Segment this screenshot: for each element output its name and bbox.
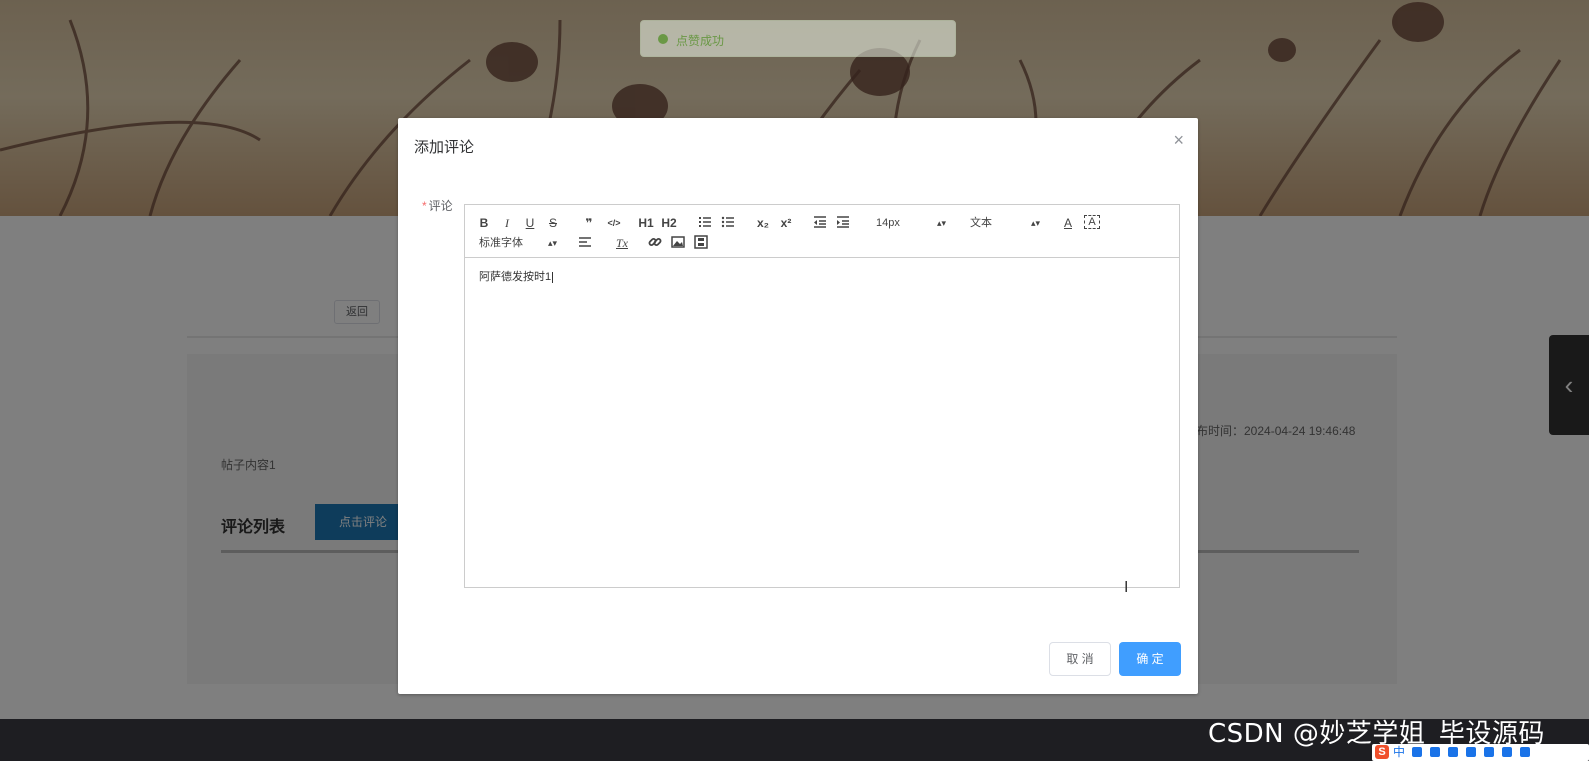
strike-button[interactable]: S <box>546 215 560 231</box>
rich-text-editor[interactable]: B I U S ❞ </> H1 H2 x₂ x² 14px ▴▾ 文本 ▴▾ … <box>464 204 1180 588</box>
confirm-button[interactable]: 确 定 <box>1119 642 1181 676</box>
ime-logo-icon: S <box>1375 745 1389 759</box>
header-1-button[interactable]: H1 <box>637 215 655 231</box>
ime-language-indicator[interactable]: 中 <box>1393 745 1405 759</box>
blockquote-button[interactable]: ❞ <box>581 215 597 231</box>
bold-button[interactable]: B <box>477 215 491 231</box>
editor-toolbar: B I U S ❞ </> H1 H2 x₂ x² 14px ▴▾ 文本 ▴▾ … <box>465 205 1179 258</box>
close-icon[interactable]: × <box>1173 130 1184 151</box>
font-size-select[interactable]: 14px ▴▾ <box>876 215 946 231</box>
settings-icon[interactable] <box>1520 747 1530 757</box>
bullet-list-icon[interactable] <box>721 215 735 231</box>
success-icon <box>658 34 668 44</box>
font-color-button[interactable]: A <box>1061 215 1075 231</box>
page: 返回 布时间：2024-04-24 19:46:48 帖子内容1 评论列表 点击… <box>0 0 1589 761</box>
image-icon[interactable] <box>671 235 685 251</box>
superscript-button[interactable]: x² <box>778 215 794 231</box>
dialog-title: 添加评论 <box>414 139 475 156</box>
select-caret-icon: ▴▾ <box>547 238 557 248</box>
clean-format-button[interactable]: Tx <box>614 235 630 251</box>
punctuation-icon[interactable] <box>1412 747 1422 757</box>
ordered-list-icon[interactable] <box>698 215 712 231</box>
italic-button[interactable]: I <box>500 215 514 231</box>
comment-field-label: * 评论 <box>422 197 453 214</box>
header-value: 文本 <box>970 217 992 229</box>
indent-icon[interactable] <box>836 215 850 231</box>
cancel-button[interactable]: 取 消 <box>1049 642 1111 676</box>
microphone-icon[interactable] <box>1430 747 1440 757</box>
required-mark: * <box>422 199 427 213</box>
field-label-text: 评论 <box>428 199 453 213</box>
ime-toolbar[interactable]: S 中 <box>1372 744 1589 761</box>
toast-text: 点赞成功 <box>676 34 725 48</box>
game-icon[interactable] <box>1484 747 1494 757</box>
add-comment-dialog: 添加评论 × * 评论 B I U S ❞ </> H1 H2 x₂ x² 14… <box>398 118 1198 694</box>
font-family-select[interactable]: 标准字体 ▴▾ <box>479 235 557 251</box>
mouse-ibeam-cursor-icon: I <box>1124 579 1129 596</box>
keyboard-icon[interactable] <box>1448 747 1458 757</box>
text-caret <box>552 271 554 283</box>
link-icon[interactable] <box>648 235 662 251</box>
editor-text: 阿萨德发按时1 <box>479 271 552 283</box>
apps-icon[interactable] <box>1502 747 1512 757</box>
header-2-button[interactable]: H2 <box>660 215 678 231</box>
subscript-button[interactable]: x₂ <box>755 215 771 231</box>
align-left-icon[interactable] <box>578 235 592 251</box>
video-icon[interactable] <box>694 235 708 251</box>
skin-icon[interactable] <box>1466 747 1476 757</box>
select-caret-icon: ▴▾ <box>936 218 946 228</box>
code-block-button[interactable]: </> <box>604 215 624 231</box>
font-family-value: 标准字体 <box>479 237 523 249</box>
select-caret-icon: ▴▾ <box>1030 218 1040 228</box>
font-size-value: 14px <box>876 217 900 229</box>
editor-content[interactable]: 阿萨德发按时1 <box>479 268 554 284</box>
header-select[interactable]: 文本 ▴▾ <box>970 215 1040 231</box>
background-color-button[interactable]: A <box>1084 215 1100 229</box>
underline-button[interactable]: U <box>523 215 537 231</box>
outdent-icon[interactable] <box>813 215 827 231</box>
toast-message: 点赞成功 <box>640 20 956 57</box>
